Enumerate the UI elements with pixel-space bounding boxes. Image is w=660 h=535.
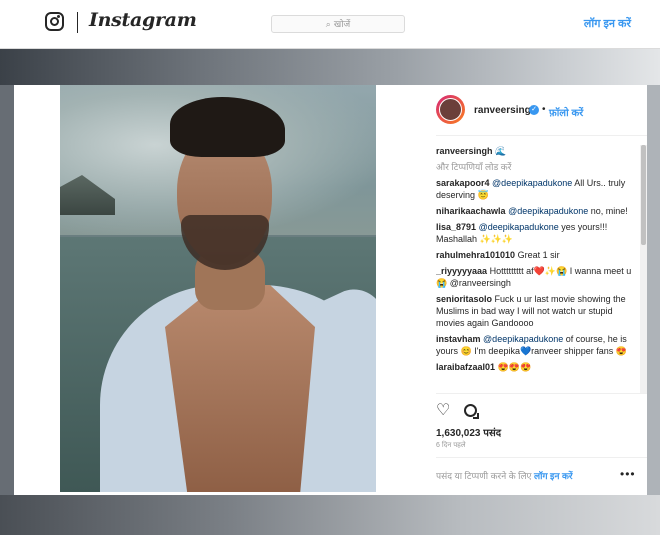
login-link[interactable]: लॉग इन करें [584, 16, 631, 31]
comments-list[interactable]: ranveersingh 🌊 और टिप्पणियाँ लोड करें sa… [436, 145, 636, 387]
comment-mention[interactable]: @deepikapadukone [483, 334, 563, 344]
caption-username[interactable]: ranveersingh [436, 146, 493, 156]
like-heart-icon[interactable]: ♡ [436, 403, 450, 419]
background-blur-right [647, 85, 660, 495]
likes-count[interactable]: 1,630,023 पसंद [436, 425, 501, 439]
comment-item: instavham @deepikapadukone of course, he… [436, 333, 636, 357]
comment-mention[interactable]: @deepikapadukone [479, 222, 559, 232]
comments-scrollbar-thumb[interactable] [641, 145, 646, 245]
background-blur-bottom [0, 495, 660, 535]
photo-chest [165, 285, 315, 492]
top-nav: Instagram ⌕ खोजें लॉग इन करें [0, 0, 660, 49]
comment-username[interactable]: sarakapoor4 [436, 178, 490, 188]
caption-text: 🌊 [495, 146, 507, 156]
background-blur-top [0, 49, 660, 85]
comment-mention[interactable]: @deepikapadukone [492, 178, 572, 188]
add-comment-text: पसंद या टिप्पणी करने के लिए [436, 471, 535, 481]
comment-item: _riyyyyyaaa Hottttttttt af❤️✨😭 I wanna m… [436, 265, 636, 289]
follow-button[interactable]: फ़ॉलो करें [549, 105, 583, 119]
add-comment-login-link[interactable]: लॉग इन करें [534, 471, 573, 481]
comment-username[interactable]: _riyyyyyaaa [436, 266, 487, 276]
comment-text: 😍😍😍 [497, 362, 532, 372]
comment-username[interactable]: senioritasolo [436, 294, 492, 304]
comment-username[interactable]: niharikaachawla [436, 206, 506, 216]
owner-username[interactable]: ranveersingh [474, 105, 537, 116]
background-blur-left [0, 85, 14, 495]
comment-item: niharikaachawla @deepikapadukone no, min… [436, 205, 636, 217]
separator-dot: • [542, 104, 546, 115]
comment-item: lisa_8791 @deepikapadukone yes yours!!! … [436, 221, 636, 245]
comment-text: Great 1 sir [517, 250, 560, 260]
comment-bubble-icon[interactable] [464, 404, 479, 419]
instagram-wordmark[interactable]: Instagram [89, 9, 197, 31]
comment-item: sarakapoor4 @deepikapadukone All Urs.. t… [436, 177, 636, 201]
add-comment-prompt: पसंद या टिप्पणी करने के लिए लॉग इन करें [436, 469, 573, 482]
post-side-panel: ranveersingh ✓ • फ़ॉलो करें ranveersingh… [390, 85, 647, 495]
search-placeholder: खोजें [333, 19, 351, 29]
comment-mention[interactable]: @deepikapadukone [508, 206, 588, 216]
footer-divider [436, 457, 647, 458]
post-timestamp[interactable]: 6 दिन पहले [436, 441, 466, 450]
comment-item: laraibafzaal01 😍😍😍 [436, 361, 636, 373]
post-photo[interactable] [60, 85, 376, 492]
owner-avatar[interactable] [436, 95, 465, 124]
post-card: ranveersingh ✓ • फ़ॉलो करें ranveersingh… [14, 85, 647, 495]
comment-username[interactable]: laraibafzaal01 [436, 362, 495, 372]
comment-username[interactable]: lisa_8791 [436, 222, 476, 232]
comment-item: rahulmehra101010 Great 1 sir [436, 249, 636, 261]
verified-badge-icon: ✓ [529, 105, 539, 115]
search-input[interactable]: ⌕ खोजें [271, 15, 405, 33]
comment-text: no, mine! [588, 206, 628, 216]
header-divider [436, 135, 647, 136]
instagram-camera-icon[interactable] [45, 12, 64, 31]
comment-username[interactable]: rahulmehra101010 [436, 250, 515, 260]
search-icon: ⌕ [325, 19, 331, 29]
more-options-icon[interactable]: ••• [620, 467, 636, 481]
comments-divider [436, 393, 647, 394]
caption: ranveersingh 🌊 [436, 145, 636, 157]
comment-item: senioritasolo Fuck u ur last movie showi… [436, 293, 636, 329]
logo-separator [77, 12, 78, 33]
load-more-comments-link[interactable]: और टिप्पणियाँ लोड करें [436, 161, 636, 173]
comment-username[interactable]: instavham [436, 334, 481, 344]
